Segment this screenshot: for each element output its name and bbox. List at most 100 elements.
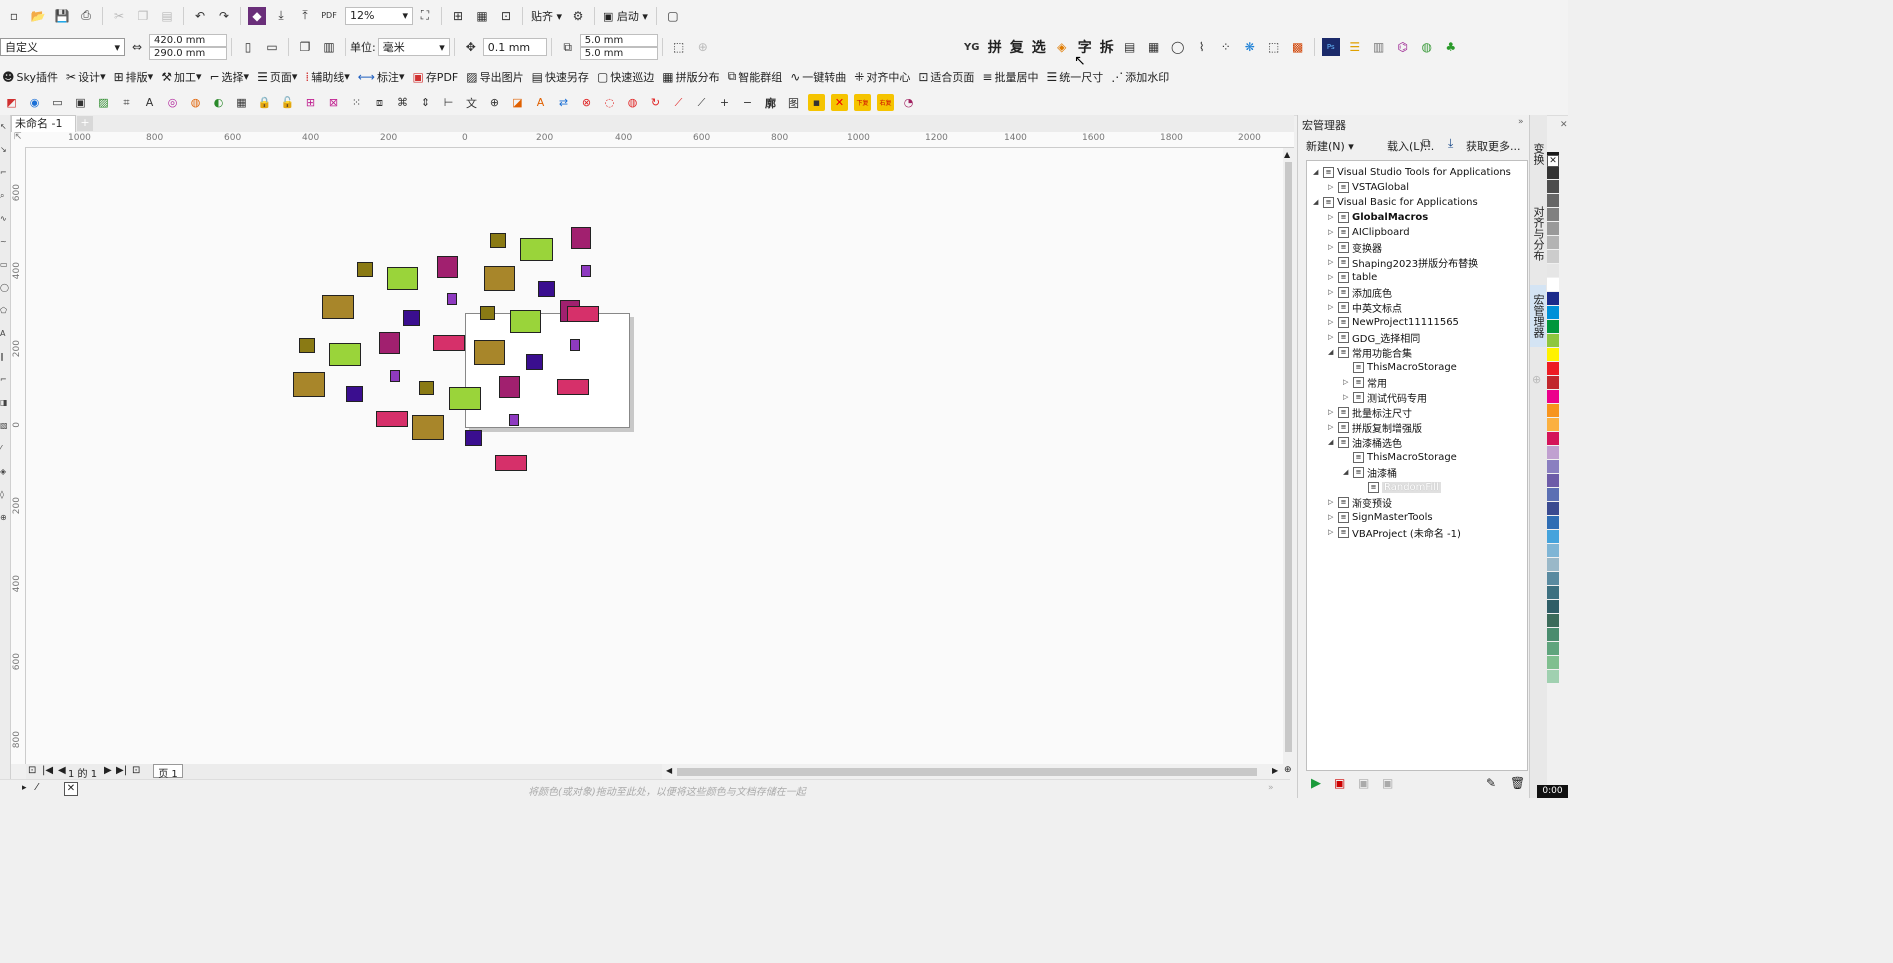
unlock-icon[interactable]: 🔓 bbox=[279, 94, 296, 111]
tree-node[interactable]: ≡ RandomFill bbox=[1358, 480, 1441, 494]
image-frame-icon[interactable]: 图 bbox=[785, 94, 802, 111]
tree-node[interactable]: ▷ ≡ 变换器 bbox=[1328, 240, 1382, 255]
import-icon[interactable]: ⤓ bbox=[272, 7, 290, 25]
color-palette[interactable] bbox=[1547, 152, 1559, 786]
play-arrow-icon[interactable]: ▸ bbox=[22, 783, 27, 793]
leaf-icon[interactable]: ◐ bbox=[210, 94, 227, 111]
delete-macro-icon[interactable]: 🗑 bbox=[1510, 776, 1525, 790]
dup-x-field[interactable]: 5.0 mm bbox=[579, 34, 658, 47]
palette-swatch[interactable] bbox=[1547, 390, 1559, 404]
measure-icon[interactable]: ⟋ bbox=[693, 94, 710, 111]
tree-node[interactable]: ◢ ≡ 油漆桶 bbox=[1343, 465, 1397, 480]
treat-as-filled-icon[interactable]: ⬚ bbox=[670, 38, 688, 56]
palette-swatch[interactable] bbox=[1547, 222, 1559, 236]
tree-node[interactable]: ◢ ≡ 常用功能合集 bbox=[1328, 345, 1412, 360]
tree-node[interactable]: ◢ ≡ Visual Studio Tools for Applications bbox=[1313, 165, 1511, 179]
palette-swatch[interactable] bbox=[1547, 516, 1559, 530]
pattern-icon[interactable]: ❋ bbox=[1241, 38, 1259, 56]
select-menu[interactable]: ⌐ 选择 ▾ bbox=[209, 69, 249, 85]
plugin-icon[interactable]: ♣ bbox=[1442, 38, 1460, 56]
palette-swatch[interactable] bbox=[1547, 460, 1559, 474]
tab-align-distribute[interactable]: 对齐与分布 bbox=[1530, 193, 1546, 273]
fill-tool-icon[interactable]: ◈ bbox=[0, 460, 10, 483]
canvas-rectangle[interactable] bbox=[346, 386, 363, 402]
collapsed-arrow-icon[interactable]: ▷ bbox=[1328, 303, 1336, 311]
copy-icon[interactable]: ❐ bbox=[134, 7, 152, 25]
crop-icon[interactable]: ⌗ bbox=[118, 94, 135, 111]
nudge-field[interactable]: 0.1 mm bbox=[482, 38, 547, 56]
crop-tool-icon[interactable]: ⌐ bbox=[0, 161, 10, 184]
clock-icon[interactable]: ◔ bbox=[900, 94, 917, 111]
picture-icon[interactable]: ▨ bbox=[95, 94, 112, 111]
tree-node[interactable]: ◢ ≡ 油漆桶选色 bbox=[1328, 435, 1402, 450]
annotate-menu[interactable]: ⟷ 标注 ▾ bbox=[358, 69, 405, 85]
expanded-arrow-icon[interactable]: ◢ bbox=[1313, 198, 1321, 206]
tree-node[interactable]: ▷ ≡ 常用 bbox=[1343, 375, 1387, 390]
vertical-scrollbar[interactable]: ▲ bbox=[1283, 148, 1294, 764]
palette-swatch[interactable] bbox=[1547, 194, 1559, 208]
palette-swatch[interactable] bbox=[1547, 250, 1559, 264]
save-icon[interactable]: 💾 bbox=[53, 7, 71, 25]
palette-swatch[interactable] bbox=[1547, 600, 1559, 614]
align-center-button[interactable]: ⁜ 对齐中心 bbox=[854, 69, 910, 85]
refresh-icon[interactable]: ↻ bbox=[647, 94, 664, 111]
slider-icon[interactable]: ⇕ bbox=[417, 94, 434, 111]
palette-swatch[interactable] bbox=[1547, 306, 1559, 320]
tree-node[interactable]: ▷ ≡ NewProject11111565 bbox=[1328, 315, 1459, 329]
collapsed-arrow-icon[interactable]: ▷ bbox=[1328, 498, 1336, 506]
expanded-arrow-icon[interactable]: ◢ bbox=[1343, 468, 1351, 476]
tool-icon-1[interactable]: ◩ bbox=[3, 94, 20, 111]
list-icon[interactable]: ☰ bbox=[1346, 38, 1364, 56]
canvas-rectangle[interactable] bbox=[571, 227, 591, 249]
tree-node[interactable]: ▷ ≡ VBAProject (未命名 -1) bbox=[1328, 525, 1461, 540]
expanded-arrow-icon[interactable]: ◢ bbox=[1328, 348, 1336, 356]
layout-menu[interactable]: ⊞ 排版 ▾ bbox=[114, 69, 154, 85]
palette-swatch[interactable] bbox=[1547, 614, 1559, 628]
copy-below-icon[interactable]: 下复 bbox=[854, 94, 871, 111]
new-document-icon[interactable]: ▫ bbox=[5, 7, 23, 25]
parallel-tool-icon[interactable]: ∥ bbox=[0, 345, 10, 368]
canvas-rectangle[interactable] bbox=[390, 370, 400, 382]
tree-node[interactable]: ▷ ≡ 渐变预设 bbox=[1328, 495, 1392, 510]
vertical-scroll-thumb[interactable] bbox=[1285, 162, 1292, 752]
palette-swatch[interactable] bbox=[1547, 334, 1559, 348]
canvas-rectangle[interactable] bbox=[480, 306, 495, 320]
get-more-button[interactable]: 获取更多... bbox=[1466, 138, 1521, 154]
collapsed-arrow-icon[interactable]: ▷ bbox=[1328, 423, 1336, 431]
add-docker-icon[interactable]: ⊕ bbox=[1532, 373, 1541, 386]
first-page-icon[interactable]: |◀ bbox=[42, 765, 53, 776]
palette-swatch[interactable] bbox=[1547, 404, 1559, 418]
dotted-select-icon[interactable]: ⬚ bbox=[1265, 38, 1283, 56]
expanded-arrow-icon[interactable]: ◢ bbox=[1328, 438, 1336, 446]
macro-tree[interactable]: ◢ ≡ Visual Studio Tools for Applications ▷ ≡… bbox=[1306, 160, 1528, 771]
palette-swatch[interactable] bbox=[1547, 292, 1559, 306]
pin-icon[interactable]: ✕ bbox=[1560, 120, 1568, 130]
tab-macro-manager[interactable]: 宏管理器 bbox=[1530, 285, 1546, 347]
palette-swatch[interactable] bbox=[1547, 502, 1559, 516]
eyedropper-tool-icon[interactable]: ⁄ bbox=[0, 437, 10, 460]
palette-swatch[interactable] bbox=[1547, 166, 1559, 180]
canvas-rectangle[interactable] bbox=[570, 339, 580, 351]
tree-node[interactable]: ≡ ThisMacroStorage bbox=[1343, 450, 1457, 464]
stack-icon[interactable]: ▤ bbox=[1121, 38, 1139, 56]
rectangle-tool-icon[interactable]: ▭ bbox=[0, 253, 10, 276]
palette-swatch[interactable] bbox=[1547, 348, 1559, 362]
page-width-field[interactable]: 420.0 mm bbox=[149, 34, 227, 47]
dup-y-field[interactable]: 5.0 mm bbox=[579, 47, 658, 60]
add-page-icon[interactable]: ⊕ bbox=[694, 38, 712, 56]
canvas-rectangle[interactable] bbox=[299, 338, 315, 353]
circle-icon[interactable]: ◯ bbox=[1169, 38, 1187, 56]
portrait-icon[interactable]: ▯ bbox=[239, 38, 257, 56]
shadow-tool-icon[interactable]: ◨ bbox=[0, 391, 10, 414]
rulers-icon[interactable]: ⊞ bbox=[449, 7, 467, 25]
arrange-icon[interactable]: ⊢ bbox=[440, 94, 457, 111]
canvas-rectangle[interactable] bbox=[433, 335, 465, 351]
ai-icon[interactable]: A bbox=[532, 94, 549, 111]
palette-swatch[interactable] bbox=[1547, 488, 1559, 502]
tab-transform[interactable]: 变换 bbox=[1530, 129, 1546, 179]
canvas-rectangle[interactable] bbox=[474, 340, 505, 365]
prev-page-icon[interactable]: ◀ bbox=[58, 765, 66, 776]
pick-tool-icon[interactable]: ↖ bbox=[0, 115, 10, 138]
last-page-icon[interactable]: ▶| bbox=[116, 765, 127, 776]
palette-scroll-icon[interactable]: » bbox=[1268, 783, 1274, 793]
